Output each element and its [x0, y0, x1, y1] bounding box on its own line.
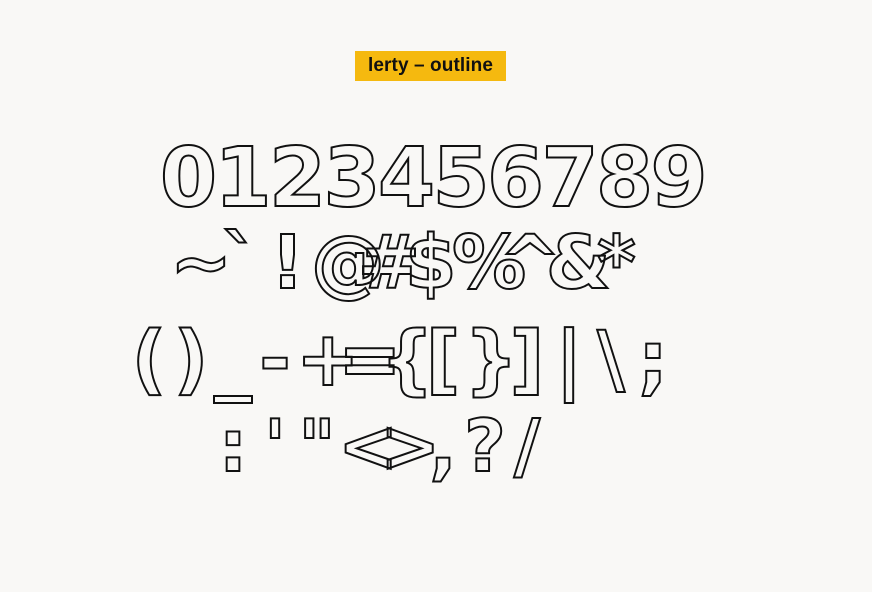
- glyph: \: [596, 314, 626, 403]
- glyph: +: [295, 314, 361, 403]
- glyph: _: [213, 314, 253, 403]
- glyph: $: [404, 220, 458, 306]
- glyph-row-symbols-1: ~ ` ! @ # $ % ^ & *: [169, 220, 640, 306]
- glyph: 0: [159, 131, 218, 226]
- glyph: 1: [214, 131, 273, 226]
- glyph: {: [379, 314, 435, 403]
- glyph: !: [270, 220, 306, 306]
- glyph: =: [337, 314, 403, 403]
- glyph: @: [310, 220, 386, 306]
- glyph: 5: [432, 131, 491, 226]
- glyph: :: [218, 404, 249, 488]
- title-badge: lerty – outline: [355, 51, 506, 81]
- glyph: 2: [268, 131, 327, 226]
- glyph: ]: [509, 314, 546, 403]
- glyph: %: [451, 220, 527, 306]
- glyph: ": [297, 404, 337, 488]
- glyph: 6: [486, 131, 545, 226]
- glyph-row-symbols-2: ( ) _ - + = { [ } ] | \ ;: [128, 312, 674, 406]
- glyph-row-digits: 0 1 2 3 4 5 6 7 8 9: [159, 131, 709, 226]
- glyph: `: [221, 220, 260, 306]
- glyph: }: [463, 314, 519, 403]
- glyph: [: [425, 314, 462, 403]
- glyph: 8: [595, 131, 654, 226]
- glyph-row-symbols-3: : ' " < > , ? /: [212, 400, 548, 492]
- glyph: &: [545, 220, 612, 306]
- glyph: >: [379, 404, 441, 488]
- glyph: /: [513, 404, 541, 488]
- glyph: (: [131, 314, 168, 403]
- glyph: ;: [637, 314, 669, 403]
- glyph: ?: [463, 404, 507, 488]
- glyph: ': [263, 404, 287, 488]
- glyph: ,: [428, 404, 457, 488]
- glyph: ^: [498, 220, 562, 306]
- glyph: 4: [377, 131, 436, 226]
- glyph: 9: [650, 131, 709, 226]
- font-title: lerty – outline: [367, 55, 494, 76]
- glyph: 7: [541, 131, 600, 226]
- glyph: ): [173, 314, 210, 403]
- glyph: 3: [323, 131, 382, 226]
- glyph: #: [357, 220, 421, 306]
- glyph: -: [258, 314, 292, 403]
- glyph: *: [596, 220, 637, 306]
- glyph: |: [554, 314, 584, 403]
- glyph: <: [337, 404, 399, 488]
- glyph: ~: [169, 220, 233, 306]
